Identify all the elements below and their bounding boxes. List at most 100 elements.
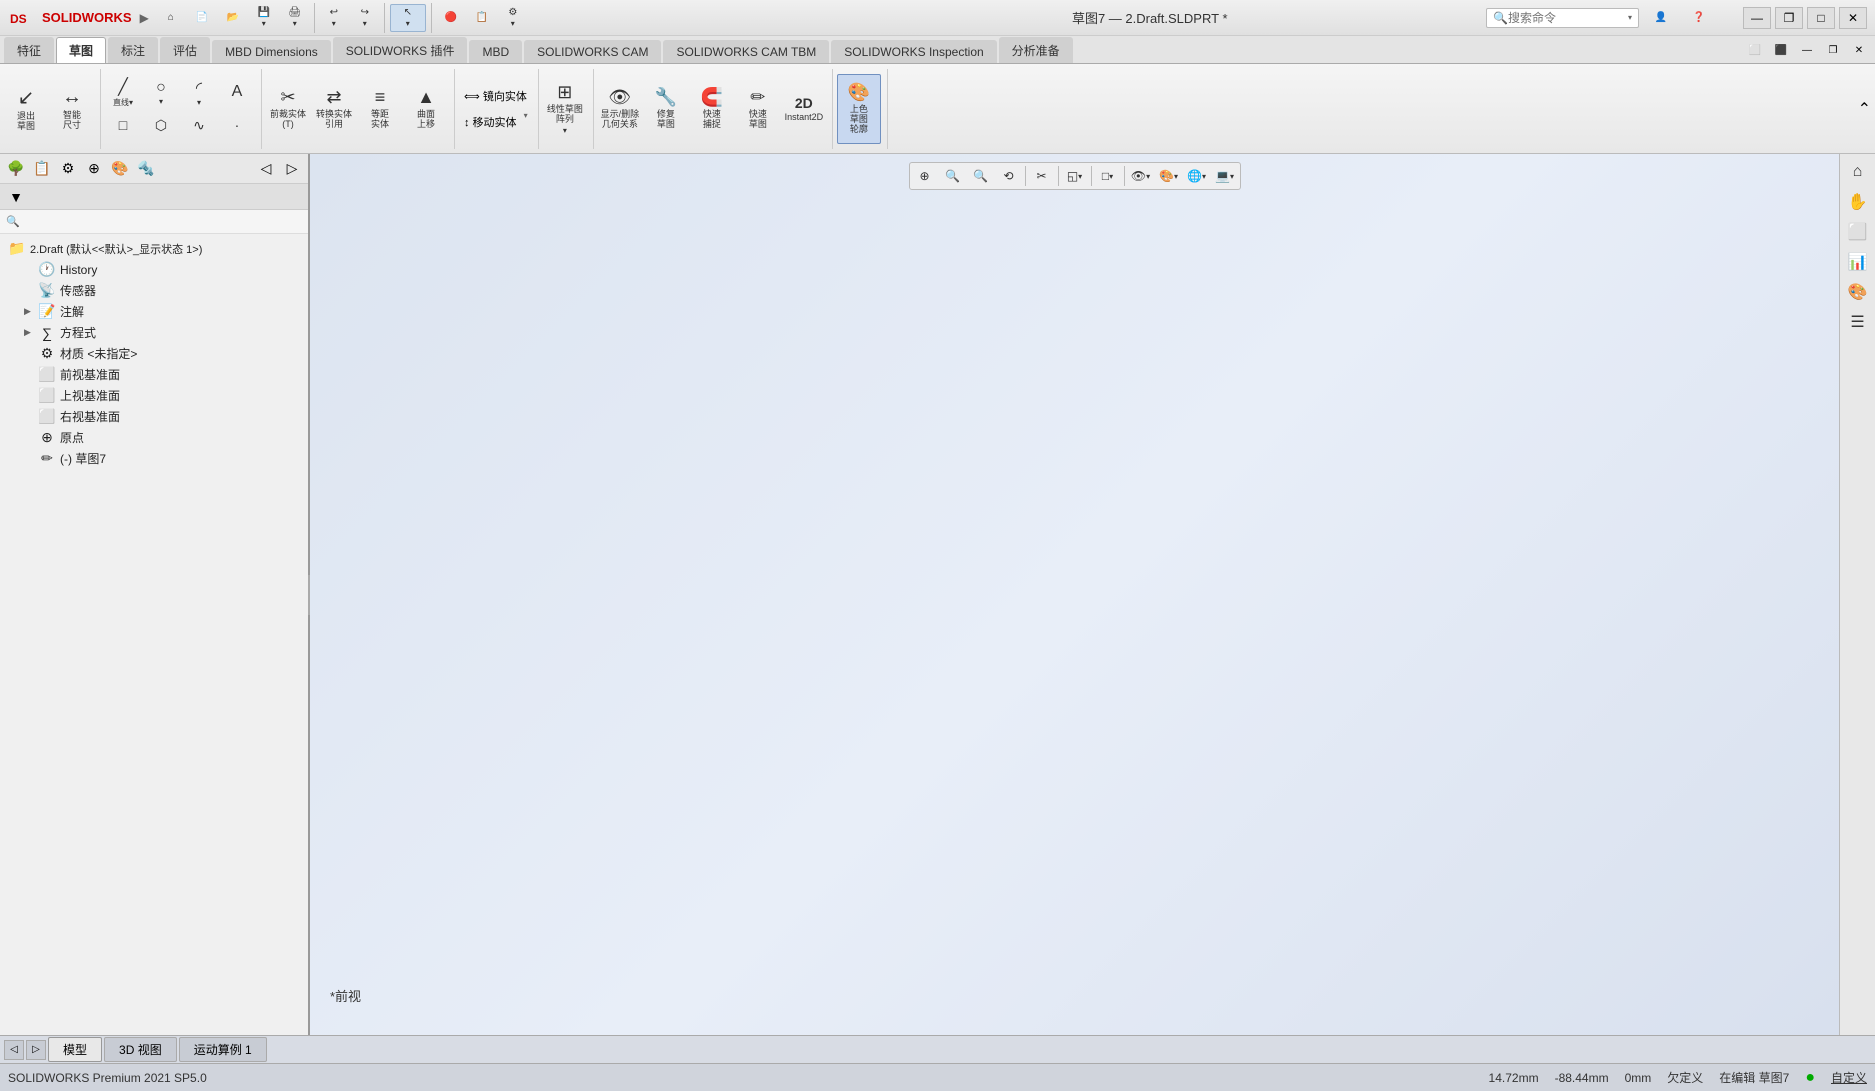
bottom-tab-3d-view[interactable]: 3D 视图 xyxy=(104,1037,177,1062)
file-props-button[interactable]: 📋 xyxy=(468,4,496,32)
tree-item-history[interactable]: 🕐 History xyxy=(16,259,308,280)
redo-button[interactable]: ↪▾ xyxy=(351,4,379,32)
center-rect-button[interactable]: □ xyxy=(105,109,141,141)
panel-restore-button[interactable]: ❐ xyxy=(1821,39,1845,61)
property-mgr-btn[interactable]: 📋 xyxy=(30,158,54,180)
prev-btn[interactable]: ◁ xyxy=(254,158,278,180)
hide-show-button[interactable]: 👁▾ xyxy=(1128,165,1154,187)
bottom-next-btn[interactable]: ▷ xyxy=(26,1040,46,1060)
config-mgr-btn[interactable]: ⚙ xyxy=(56,158,80,180)
mirror-label[interactable]: ⟺ 镜向实体 xyxy=(459,85,532,107)
tree-item-right-plane[interactable]: ⬜ 右视基准面 xyxy=(16,406,308,427)
rt-home-btn[interactable]: ⌂ xyxy=(1844,158,1872,186)
bottom-prev-btn[interactable]: ◁ xyxy=(4,1040,24,1060)
smart-dimension-button[interactable]: ↔ 智能尺寸 xyxy=(50,74,94,144)
line-button[interactable]: ╱ 直线▾ xyxy=(105,76,141,108)
zoom-area-button[interactable]: 🔍 xyxy=(940,165,966,187)
tree-root-item[interactable]: 📁 2.Draft (默认<<默认>_显示状态 1>) xyxy=(0,238,308,259)
quick-snap-button[interactable]: 🧲 快速捕捉 xyxy=(690,74,734,144)
offset-button[interactable]: ≡ 等距实体 xyxy=(358,74,402,144)
help-button[interactable]: ❓ xyxy=(1683,4,1715,32)
tree-item-annotations[interactable]: ▶ 📝 注解 xyxy=(16,301,308,322)
display-mgr-btn[interactable]: 🎨 xyxy=(108,158,132,180)
rebuild-button[interactable]: 🔴 xyxy=(437,4,465,32)
feature-mgr-btn[interactable]: 🌳 xyxy=(4,158,28,180)
arc-button[interactable]: ◜ ▾ xyxy=(181,76,217,108)
panel-toggle-button[interactable]: ⬜ xyxy=(1743,39,1767,61)
scene-button[interactable]: 🌐▾ xyxy=(1184,165,1210,187)
user-icon[interactable]: 👤 xyxy=(1645,4,1677,32)
toolbar-collapse[interactable]: ⌃ xyxy=(1858,99,1871,119)
instant2d-button[interactable]: 2D Instant2D xyxy=(782,74,826,144)
exit-sketch-button[interactable]: ↙ 退出草图 xyxy=(4,74,48,144)
filter-btn[interactable]: ▼ xyxy=(4,186,28,208)
options-button[interactable]: ⚙▾ xyxy=(499,4,527,32)
tree-item-front-plane[interactable]: ⬜ 前视基准面 xyxy=(16,364,308,385)
tab-sketch[interactable]: 草图 xyxy=(56,37,106,63)
tree-item-equations[interactable]: ▶ ∑ 方程式 xyxy=(16,322,308,343)
open-button[interactable]: 📂 xyxy=(219,4,247,32)
tree-item-sensors[interactable]: 📡 传感器 xyxy=(16,280,308,301)
tree-item-sketch7[interactable]: ✏ (-) 草图7 xyxy=(16,448,308,469)
panel-expand-button[interactable]: ⬛ xyxy=(1769,39,1793,61)
move-label[interactable]: ↕ 移动实体 xyxy=(459,111,522,133)
repair-sketch-button[interactable]: 🔧 修复草图 xyxy=(644,74,688,144)
viewport[interactable]: ⊕ 🔍 🔍 ⟲ ✂ ◱▾ □▾ 👁▾ 🎨▾ 🌐▾ 💻▾ xyxy=(310,154,1839,1035)
spline-button[interactable]: ∿ xyxy=(181,109,217,141)
search-input[interactable] xyxy=(1508,11,1628,25)
custom-button[interactable]: 自定义 xyxy=(1831,1069,1867,1086)
maximize-button[interactable]: □ xyxy=(1807,7,1835,29)
crop-button[interactable]: ✂ 前裁实体(T) xyxy=(266,74,310,144)
tab-analysis-prep[interactable]: 分析准备 xyxy=(999,37,1073,63)
target-btn[interactable]: ⊕ xyxy=(82,158,106,180)
previous-view-button[interactable]: ⟲ xyxy=(996,165,1022,187)
rt-pan-btn[interactable]: ✋ xyxy=(1844,188,1872,216)
tab-sw-cam-tbm[interactable]: SOLIDWORKS CAM TBM xyxy=(663,40,829,63)
new-button[interactable]: 📄 xyxy=(188,4,216,32)
linear-array-button[interactable]: ⊞ 线性草图阵列 ▾ xyxy=(543,74,587,144)
next-btn[interactable]: ▷ xyxy=(280,158,304,180)
rt-color-btn[interactable]: 🎨 xyxy=(1844,278,1872,306)
rt-table-btn[interactable]: 📊 xyxy=(1844,248,1872,276)
tree-item-material[interactable]: ⚙ 材质 <未指定> xyxy=(16,343,308,364)
surface-button[interactable]: ▲ 曲面上移 xyxy=(404,74,448,144)
tab-feature[interactable]: 特征 xyxy=(4,37,54,63)
bottom-tab-model[interactable]: 模型 xyxy=(48,1037,102,1062)
tab-mbd-dimensions[interactable]: MBD Dimensions xyxy=(212,40,331,63)
tab-mbd[interactable]: MBD xyxy=(469,40,522,63)
convert-button[interactable]: ⇄ 转换实体引用 xyxy=(312,74,356,144)
tab-sw-plugins[interactable]: SOLIDWORKS 插件 xyxy=(333,37,468,63)
zoom-prev-button[interactable]: 🔍 xyxy=(968,165,994,187)
color-sketch-button[interactable]: 🎨 上色草图轮廓 xyxy=(837,74,881,144)
show-delete-button[interactable]: 👁 显示/删除几何关系 xyxy=(598,74,642,144)
save-button[interactable]: 💾▾ xyxy=(250,4,278,32)
bottom-tab-motion[interactable]: 运动算例 1 xyxy=(179,1037,267,1062)
rt-zoom-btn[interactable]: ⬜ xyxy=(1844,218,1872,246)
view-orient-button[interactable]: ◱▾ xyxy=(1062,165,1088,187)
tab-markup[interactable]: 标注 xyxy=(108,37,158,63)
zoom-to-fit-button[interactable]: ⊕ xyxy=(912,165,938,187)
panel-collapse-button[interactable]: — xyxy=(1795,39,1819,61)
tab-sw-inspection[interactable]: SOLIDWORKS Inspection xyxy=(831,40,996,63)
restore-button[interactable]: ❐ xyxy=(1775,7,1803,29)
select-button[interactable]: ↖▾ xyxy=(390,4,426,32)
circle-button[interactable]: ○ ▾ xyxy=(143,76,179,108)
quick-sketch-button[interactable]: ✏ 快速草图 xyxy=(736,74,780,144)
text-button[interactable]: A xyxy=(219,76,255,108)
section-view-button[interactable]: ✂ xyxy=(1029,165,1055,187)
undo-button[interactable]: ↩▾ xyxy=(320,4,348,32)
panel-close-button[interactable]: ✕ xyxy=(1847,39,1871,61)
minimize-button[interactable]: — xyxy=(1743,7,1771,29)
rt-list-btn[interactable]: ☰ xyxy=(1844,308,1872,336)
print-button[interactable]: 🖨▾ xyxy=(281,4,309,32)
polygon-button[interactable]: ⬡ xyxy=(143,109,179,141)
close-button[interactable]: ✕ xyxy=(1839,7,1867,29)
display-style-button[interactable]: □▾ xyxy=(1095,165,1121,187)
home-button[interactable]: ⌂ xyxy=(157,4,185,32)
tab-sw-cam[interactable]: SOLIDWORKS CAM xyxy=(524,40,661,63)
cam-btn[interactable]: 🔩 xyxy=(134,158,158,180)
tree-item-top-plane[interactable]: ⬜ 上视基准面 xyxy=(16,385,308,406)
tab-evaluate[interactable]: 评估 xyxy=(160,37,210,63)
tree-item-origin[interactable]: ⊕ 原点 xyxy=(16,427,308,448)
display-mgr-button[interactable]: 💻▾ xyxy=(1212,165,1238,187)
